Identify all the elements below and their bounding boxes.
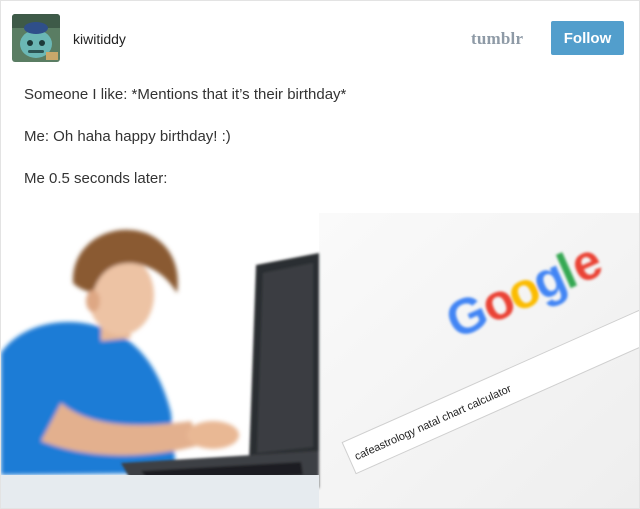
tumblr-logo[interactable]: tumblr	[471, 29, 523, 49]
post-header: kiwitiddy tumblr Follow	[1, 1, 639, 73]
username[interactable]: kiwitiddy	[73, 31, 126, 47]
avatar-image	[12, 14, 60, 62]
post-text-line-3: Me 0.5 seconds later:	[24, 170, 168, 187]
avatar[interactable]	[12, 14, 60, 62]
tumblr-post: kiwitiddy tumblr Follow Someone I like: …	[0, 0, 640, 509]
post-text-line-1: Someone I like: *Mentions that it’s thei…	[24, 86, 347, 103]
follow-button[interactable]: Follow	[551, 21, 624, 55]
post-text-line-2: Me: Oh haha happy birthday! :)	[24, 128, 231, 145]
meme-image: G o o g l e cafeastrology natal chart ca…	[1, 213, 639, 508]
meme-illustration: G o o g l e cafeastrology natal chart ca…	[1, 213, 639, 508]
